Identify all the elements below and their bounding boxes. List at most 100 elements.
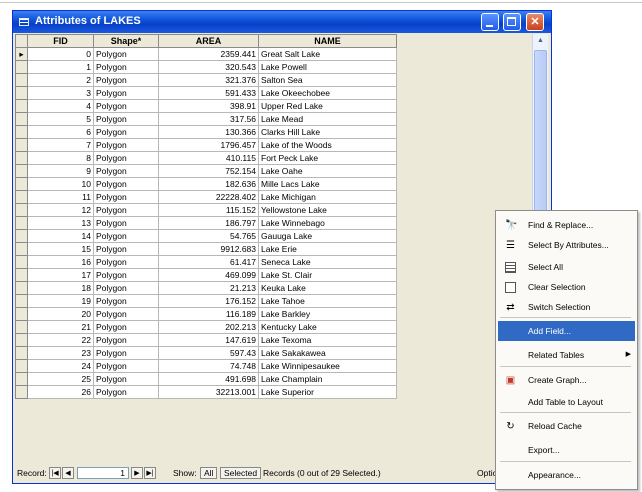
cell-area[interactable]: 2359.441 [158,47,259,61]
cell-fid[interactable]: 8 [27,151,94,165]
close-button[interactable]: ✕ [526,13,544,31]
cell-name[interactable]: Upper Red Lake [258,99,397,113]
cell-shape[interactable]: Polygon [93,47,159,61]
row-selector[interactable] [15,307,28,321]
cell-fid[interactable]: 1 [27,60,94,74]
cell-area[interactable]: 202.213 [158,320,259,334]
row-selector[interactable] [15,268,28,282]
cell-name[interactable]: Lake Michigan [258,190,397,204]
cell-fid[interactable]: 24 [27,359,94,373]
column-header-fid[interactable]: FID [27,34,94,48]
cell-shape[interactable]: Polygon [93,333,159,347]
cell-fid[interactable]: 18 [27,281,94,295]
cell-fid[interactable]: 22 [27,333,94,347]
cell-fid[interactable]: 2 [27,73,94,87]
cell-area[interactable]: 317.56 [158,112,259,126]
cell-name[interactable]: Clarks Hill Lake [258,125,397,139]
row-selector[interactable] [15,359,28,373]
cell-shape[interactable]: Polygon [93,73,159,87]
show-all-button[interactable]: All [200,467,218,479]
cell-shape[interactable]: Polygon [93,164,159,178]
cell-fid[interactable]: 10 [27,177,94,191]
cell-shape[interactable]: Polygon [93,177,159,191]
cell-fid[interactable]: 5 [27,112,94,126]
table-row[interactable]: 15 Polygon 9912.683 Lake Erie [15,242,397,256]
table-row[interactable]: 2 Polygon 321.376 Salton Sea [15,73,397,87]
cell-shape[interactable]: Polygon [93,359,159,373]
cell-fid[interactable]: 4 [27,99,94,113]
cell-shape[interactable]: Polygon [93,229,159,243]
cell-name[interactable]: Lake Okeechobee [258,86,397,100]
row-selector[interactable] [15,320,28,334]
cell-shape[interactable]: Polygon [93,151,159,165]
row-selector[interactable] [15,73,28,87]
cell-fid[interactable]: 6 [27,125,94,139]
table-row[interactable]: 20 Polygon 116.189 Lake Barkley [15,307,397,321]
table-row[interactable]: 7 Polygon 1796.457 Lake of the Woods [15,138,397,152]
row-selector[interactable] [15,112,28,126]
menu-item-switch-selection[interactable]: ⇄ Switch Selection [498,297,635,317]
menu-item-find-replace[interactable]: 🔭 Find & Replace... [498,215,635,235]
record-number-input[interactable]: 1 [77,467,129,479]
cell-shape[interactable]: Polygon [93,99,159,113]
cell-name[interactable]: Lake Winnebago [258,216,397,230]
maximize-button[interactable] [503,13,521,31]
cell-shape[interactable]: Polygon [93,268,159,282]
row-selector[interactable] [15,203,28,217]
row-selector[interactable] [15,333,28,347]
table-row[interactable]: 14 Polygon 54.765 Gauuga Lake [15,229,397,243]
cell-shape[interactable]: Polygon [93,320,159,334]
cell-area[interactable]: 1796.457 [158,138,259,152]
cell-area[interactable]: 410.115 [158,151,259,165]
cell-area[interactable]: 61.417 [158,255,259,269]
cell-area[interactable]: 116.189 [158,307,259,321]
cell-fid[interactable]: 13 [27,216,94,230]
table-row[interactable]: 16 Polygon 61.417 Seneca Lake [15,255,397,269]
row-selector[interactable] [15,229,28,243]
cell-name[interactable]: Lake Oahe [258,164,397,178]
cell-area[interactable]: 74.748 [158,359,259,373]
cell-name[interactable]: Mille Lacs Lake [258,177,397,191]
cell-name[interactable]: Great Salt Lake [258,47,397,61]
cell-fid[interactable]: 16 [27,255,94,269]
menu-item-reload-cache[interactable]: ↻ Reload Cache [498,416,635,436]
cell-name[interactable]: Gauuga Lake [258,229,397,243]
cell-area[interactable]: 591.433 [158,86,259,100]
cell-name[interactable]: Seneca Lake [258,255,397,269]
column-header-name[interactable]: NAME [258,34,397,48]
cell-area[interactable]: 22228.402 [158,190,259,204]
cell-fid[interactable]: 21 [27,320,94,334]
cell-name[interactable]: Kentucky Lake [258,320,397,334]
cell-area[interactable]: 130.366 [158,125,259,139]
cell-name[interactable]: Lake Barkley [258,307,397,321]
menu-item-export[interactable]: Export... [498,440,635,460]
minimize-button[interactable] [481,13,499,31]
column-header-area[interactable]: AREA [158,34,259,48]
row-selector[interactable]: ▸ [15,47,28,61]
cell-area[interactable]: 491.698 [158,372,259,386]
first-record-button[interactable]: |◀ [49,467,61,479]
cell-fid[interactable]: 15 [27,242,94,256]
scroll-up-arrow-icon[interactable]: ▲ [533,34,548,48]
cell-name[interactable]: Lake Mead [258,112,397,126]
cell-shape[interactable]: Polygon [93,372,159,386]
cell-name[interactable]: Lake Winnipesaukee [258,359,397,373]
title-bar[interactable]: Attributes of LAKES ✕ [13,11,551,33]
cell-shape[interactable]: Polygon [93,255,159,269]
cell-shape[interactable]: Polygon [93,112,159,126]
cell-name[interactable]: Keuka Lake [258,281,397,295]
table-row[interactable]: 18 Polygon 21.213 Keuka Lake [15,281,397,295]
table-row[interactable]: 21 Polygon 202.213 Kentucky Lake [15,320,397,334]
table-row[interactable]: 22 Polygon 147.619 Lake Texoma [15,333,397,347]
row-selector[interactable] [15,138,28,152]
table-row[interactable]: 4 Polygon 398.91 Upper Red Lake [15,99,397,113]
menu-item-add-table-to-layout[interactable]: Add Table to Layout [498,392,635,412]
cell-shape[interactable]: Polygon [93,138,159,152]
cell-shape[interactable]: Polygon [93,190,159,204]
cell-fid[interactable]: 19 [27,294,94,308]
cell-name[interactable]: Lake Champlain [258,372,397,386]
table-row[interactable]: 8 Polygon 410.115 Fort Peck Lake [15,151,397,165]
row-selector[interactable] [15,190,28,204]
table-row[interactable]: 24 Polygon 74.748 Lake Winnipesaukee [15,359,397,373]
cell-shape[interactable]: Polygon [93,242,159,256]
